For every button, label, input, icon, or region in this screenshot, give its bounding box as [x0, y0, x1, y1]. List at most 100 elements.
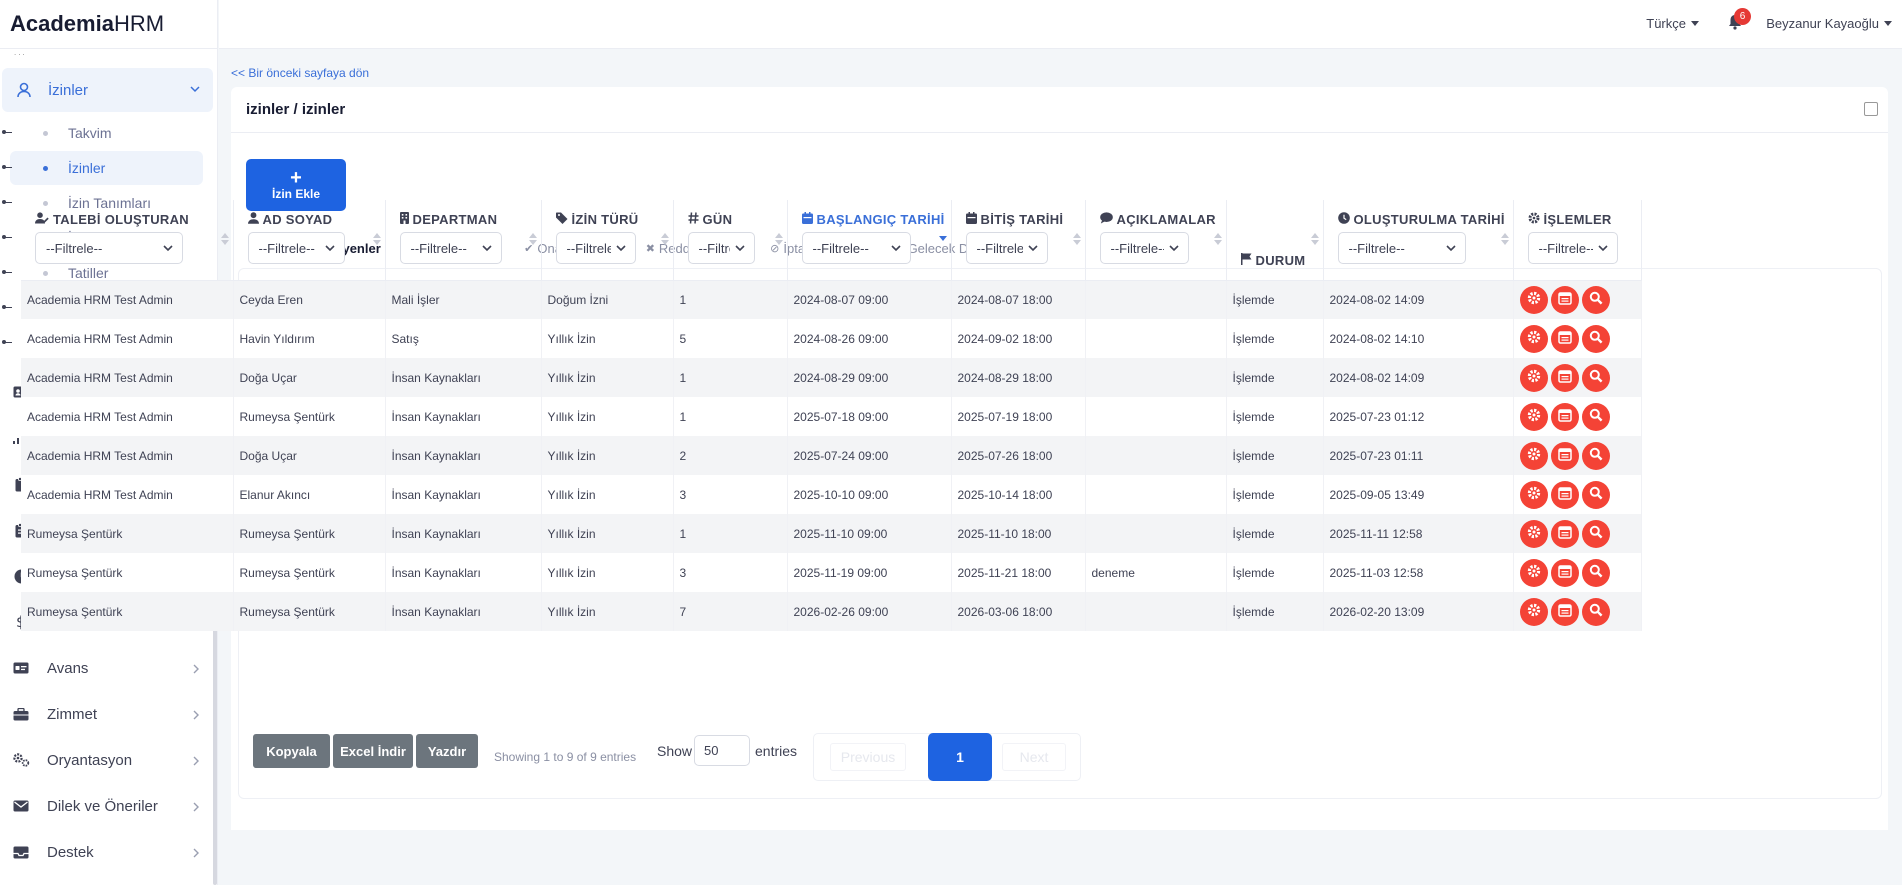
sort-icon[interactable]: [1310, 233, 1319, 245]
detail-action-button[interactable]: [1550, 402, 1579, 431]
sidebar-menu-item[interactable]: Dilek ve Öneriler: [0, 786, 213, 826]
sidebar-subitem[interactable]: İzinler: [2, 151, 203, 185]
view-action-button[interactable]: [1581, 402, 1610, 431]
table-row: Rumeysa Şentürk Rumeysa Şentürk İnsan Kayn…: [21, 553, 1642, 592]
view-action-button[interactable]: [1581, 558, 1610, 587]
chevron-down-icon: [1445, 241, 1457, 256]
table-cell: [1085, 280, 1227, 319]
detail-action-button[interactable]: [1550, 558, 1579, 587]
column-filter-select[interactable]: --Filtrele--: [1099, 232, 1189, 264]
settings-action-button[interactable]: [1519, 558, 1548, 587]
sort-icon[interactable]: [1072, 233, 1081, 245]
brand-logo[interactable]: Academia HRM: [0, 0, 217, 49]
chevron-down-icon: [1597, 241, 1609, 256]
fullscreen-icon[interactable]: [1864, 102, 1878, 116]
column-filter-select[interactable]: --Filtrele--: [35, 232, 183, 264]
column-header[interactable]: BİTİŞ TARİHİ --Filtrele--: [951, 200, 1086, 281]
sort-icon[interactable]: [1213, 233, 1222, 245]
sidebar-menu-item[interactable]: Avans: [0, 648, 213, 688]
column-header[interactable]: TALEBİ OLUŞTURAN --Filtrele--: [21, 200, 234, 281]
table-cell: 1: [673, 280, 788, 319]
back-link[interactable]: << Bir önceki sayfaya dön: [231, 66, 369, 80]
view-action-button[interactable]: [1581, 285, 1610, 314]
settings-action-button[interactable]: [1519, 480, 1548, 509]
detail-action-button[interactable]: [1550, 324, 1579, 353]
column-header[interactable]: BAŞLANGIÇ TARİHİ --Filtrele--: [787, 200, 952, 281]
column-filter-select[interactable]: --Filtrele--: [399, 232, 502, 264]
column-header[interactable]: DEPARTMAN --Filtrele--: [385, 200, 542, 281]
column-header[interactable]: İŞLEMLER --Filtrele--: [1513, 200, 1642, 281]
detail-action-button[interactable]: [1550, 441, 1579, 470]
column-filter-select[interactable]: --Filtrele--: [555, 232, 636, 264]
table-cell: Rumeysa Şentürk: [233, 553, 386, 592]
view-action-button[interactable]: [1581, 480, 1610, 509]
sort-icon[interactable]: [774, 233, 783, 245]
page-size-input[interactable]: 50: [694, 735, 750, 766]
column-filter-select[interactable]: --Filtrele--: [247, 232, 345, 264]
sidebar-subitem[interactable]: Takvim: [0, 116, 213, 150]
settings-action-button[interactable]: [1519, 597, 1548, 626]
view-action-button[interactable]: [1581, 441, 1610, 470]
user-menu[interactable]: Beyzanur Kayaoğlu: [1766, 16, 1892, 31]
detail-action-button[interactable]: [1550, 363, 1579, 392]
view-action-button[interactable]: [1581, 519, 1610, 548]
sidebar-menu-item[interactable]: Zimmet: [0, 694, 213, 734]
detail-action-button[interactable]: [1550, 285, 1579, 314]
table-cell: Academia HRM Test Admin: [21, 358, 234, 397]
column-filter-select[interactable]: --Filtrele--: [965, 232, 1048, 264]
previous-button[interactable]: Previous: [830, 743, 906, 771]
column-header[interactable]: AÇIKLAMALAR --Filtrele--: [1085, 200, 1227, 281]
column-filter-select[interactable]: --Filtrele--: [801, 232, 911, 264]
menu-izinler[interactable]: İzinler: [2, 68, 213, 112]
sort-icon[interactable]: [220, 233, 229, 245]
sort-icon[interactable]: [528, 233, 537, 245]
view-action-button[interactable]: [1581, 597, 1610, 626]
column-header[interactable]: AD SOYAD --Filtrele--: [233, 200, 386, 281]
table-cell: 2025-09-05 13:49: [1323, 475, 1514, 514]
copy-button[interactable]: Kopyala: [253, 734, 330, 768]
detail-action-button[interactable]: [1550, 480, 1579, 509]
settings-action-button[interactable]: [1519, 363, 1548, 392]
table-cell: 2024-08-07 09:00: [787, 280, 952, 319]
column-filter-select[interactable]: --Filtrele--: [1337, 232, 1466, 264]
sort-icon[interactable]: [1500, 233, 1509, 245]
detail-action-button[interactable]: [1550, 597, 1579, 626]
language-selector[interactable]: Türkçe: [1646, 16, 1699, 31]
chevron-down-icon: [1168, 241, 1180, 256]
chevron-down-icon: [615, 241, 627, 256]
sort-icon[interactable]: [660, 233, 669, 245]
settings-action-button[interactable]: [1519, 324, 1548, 353]
settings-action-button[interactable]: [1519, 441, 1548, 470]
sort-icon[interactable]: [372, 233, 381, 245]
settings-action-button[interactable]: [1519, 285, 1548, 314]
view-action-button[interactable]: [1581, 363, 1610, 392]
column-header[interactable]: OLUŞTURULMA TARİHİ --Filtrele--: [1323, 200, 1514, 281]
print-button[interactable]: Yazdır: [416, 734, 478, 768]
sidebar-menu-item[interactable]: Oryantasyon: [0, 740, 213, 780]
page-1-button[interactable]: 1: [928, 733, 992, 781]
table-cell: İşlemde: [1226, 397, 1324, 436]
column-header[interactable]: İZİN TÜRÜ --Filtrele--: [541, 200, 674, 281]
table-cell: 2: [673, 436, 788, 475]
table-cell: deneme: [1085, 553, 1227, 592]
next-button[interactable]: Next: [1002, 743, 1066, 771]
sidebar-menu-item[interactable]: Destek: [0, 832, 213, 872]
detail-action-button[interactable]: [1550, 519, 1579, 548]
table-cell: İnsan Kaynakları: [385, 358, 542, 397]
column-filter-select[interactable]: --Filtrele--: [687, 232, 755, 264]
column-header[interactable]: GÜN --Filtrele--: [673, 200, 788, 281]
view-action-button[interactable]: [1581, 324, 1610, 353]
table-cell: 2026-02-20 13:09: [1323, 592, 1514, 631]
column-header-label: DEPARTMAN: [412, 212, 498, 227]
table-cell: 2024-08-07 18:00: [951, 280, 1086, 319]
column-header[interactable]: DURUM: [1226, 200, 1324, 281]
column-filter-select[interactable]: --Filtrele--: [1527, 232, 1618, 264]
calendar-icon: [801, 212, 813, 227]
settings-action-button[interactable]: [1519, 519, 1548, 548]
table-cell: Havin Yıldırım: [233, 319, 386, 358]
sort-icon[interactable]: [938, 233, 947, 245]
settings-action-button[interactable]: [1519, 402, 1548, 431]
column-header-title: AD SOYAD: [247, 212, 381, 227]
excel-button[interactable]: Excel İndir: [333, 734, 413, 768]
calendar-icon: [1557, 369, 1572, 386]
